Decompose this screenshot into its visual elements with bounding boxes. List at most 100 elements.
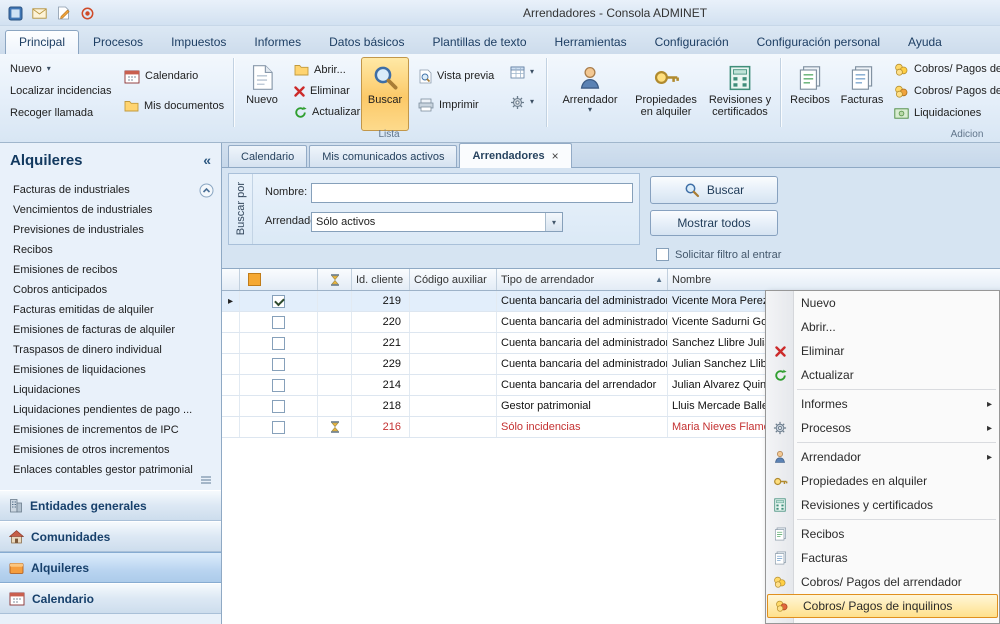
key-icon (653, 62, 680, 93)
row-checkbox[interactable] (272, 400, 285, 413)
menu-item-facturas[interactable]: Facturas (766, 546, 999, 570)
cobros-arrendador-button[interactable]: Cobros/ Pagos del (890, 59, 1000, 79)
row-checkbox[interactable] (272, 358, 285, 371)
nombre-input[interactable] (311, 183, 633, 203)
doc-tab-calendario[interactable]: Calendario (228, 145, 307, 167)
buscar-big-button[interactable]: Buscar (361, 57, 409, 131)
menu-item-procesos[interactable]: Procesos▸ (766, 416, 999, 440)
edit-document-icon[interactable] (54, 4, 72, 22)
menu-item-cobros-arrendador[interactable]: Cobros/ Pagos del arrendador (766, 570, 999, 594)
sidebar-item-enlaces-contables[interactable]: Enlaces contables gestor patrimonial (0, 460, 221, 480)
list-layout-dropdown-button[interactable]: ▾ (506, 62, 538, 82)
vista-previa-button[interactable]: Vista previa (414, 66, 498, 86)
sidebar-item-incrementos-ipc[interactable]: Emisiones de incrementos de IPC (0, 420, 221, 440)
recibos-big-button[interactable]: Recibos (786, 57, 834, 131)
list-grip-icon[interactable] (200, 475, 212, 485)
row-checkbox[interactable] (272, 295, 285, 308)
row-checkbox[interactable] (272, 421, 285, 434)
menu-item-informes[interactable]: Informes▸ (766, 392, 999, 416)
revisiones-big-button[interactable]: Revisiones y certificados (704, 57, 776, 131)
tab-impuestos[interactable]: Impuestos (157, 30, 240, 54)
sidebar-item-emisiones-recibos[interactable]: Emisiones de recibos (0, 260, 221, 280)
filtro-checkbox[interactable] (656, 248, 669, 261)
sidebar-item-cobros-anticipados[interactable]: Cobros anticipados (0, 280, 221, 300)
sidebar-item-liquidaciones[interactable]: Liquidaciones (0, 380, 221, 400)
tab-configuracion[interactable]: Configuración (641, 30, 743, 54)
header-checkbox-cell[interactable] (240, 269, 318, 290)
facturas-big-button[interactable]: Facturas (838, 57, 886, 131)
sidebar-item-liquidaciones-pendientes[interactable]: Liquidaciones pendientes de pago ... (0, 400, 221, 420)
eliminar-button[interactable]: Eliminar (290, 81, 354, 101)
close-tab-icon[interactable]: × (552, 149, 559, 163)
propiedades-big-button[interactable]: Propiedades en alquiler (630, 57, 702, 131)
header-codigo-auxiliar[interactable]: Código auxiliar (410, 269, 497, 290)
row-checkbox[interactable] (272, 337, 285, 350)
menu-item-propiedades[interactable]: Propiedades en alquiler (766, 469, 999, 493)
tab-informes[interactable]: Informes (240, 30, 315, 54)
current-row-pointer-icon: ▸ (228, 296, 233, 307)
sidebar-item-vencimientos[interactable]: Vencimientos de industriales (0, 200, 221, 220)
menu-item-abrir[interactable]: Abrir... (766, 315, 999, 339)
nuevo-quick-button[interactable]: Nuevo▾ (6, 59, 55, 79)
mis-documentos-button[interactable]: Mis documentos (120, 96, 228, 116)
menu-item-recibos[interactable]: Recibos (766, 522, 999, 546)
sidebar-item-emisiones-liquidaciones[interactable]: Emisiones de liquidaciones (0, 360, 221, 380)
liquidaciones-button[interactable]: Liquidaciones (890, 103, 1000, 123)
settings-dropdown-button[interactable]: ▾ (506, 92, 538, 112)
mostrar-todos-button[interactable]: Mostrar todos (650, 210, 778, 236)
header-indicator (222, 269, 240, 290)
section-comunidades[interactable]: Comunidades (0, 521, 221, 552)
record-call-icon[interactable] (78, 4, 96, 22)
buscar-button[interactable]: Buscar (650, 176, 778, 204)
tab-datos-basicos[interactable]: Datos básicos (315, 30, 418, 54)
rentals-icon (9, 561, 24, 575)
row-checkbox[interactable] (272, 379, 285, 392)
localizar-incidencias-button[interactable]: Localizar incidencias (6, 81, 116, 101)
cobros-inquilinos-button[interactable]: Cobros/ Pagos de (890, 81, 1000, 101)
imprimir-button[interactable]: Imprimir (414, 95, 483, 115)
sidebar-item-otros-incrementos[interactable]: Emisiones de otros incrementos (0, 440, 221, 460)
section-entidades-generales[interactable]: Entidades generales (0, 490, 221, 521)
scroll-up-icon[interactable] (199, 183, 214, 198)
sidebar-item-recibos[interactable]: Recibos (0, 240, 221, 260)
header-incidencias-cell[interactable] (318, 269, 352, 290)
arrendadores-select[interactable]: Sólo activos ▾ (311, 212, 563, 232)
row-checkbox[interactable] (272, 316, 285, 329)
sidebar-item-facturas-emitidas[interactable]: Facturas emitidas de alquiler (0, 300, 221, 320)
tab-procesos[interactable]: Procesos (79, 30, 157, 54)
row-incidencias-cell (318, 396, 352, 416)
menu-item-nuevo[interactable]: Nuevo (766, 291, 999, 315)
arrendador-big-button[interactable]: Arrendador ▾ (556, 57, 624, 131)
section-alquileres[interactable]: Alquileres (0, 552, 221, 583)
tab-ayuda[interactable]: Ayuda (894, 30, 956, 54)
mail-icon[interactable] (30, 4, 48, 22)
actualizar-button[interactable]: Actualizar (290, 102, 364, 122)
menu-item-cobros-inquilinos[interactable]: Cobros/ Pagos de inquilinos (767, 594, 998, 618)
abrir-button[interactable]: Abrir... (290, 60, 350, 80)
cell-id: 220 (352, 312, 410, 332)
header-nombre[interactable]: Nombre (668, 269, 1000, 290)
menu-item-eliminar[interactable]: Eliminar (766, 339, 999, 363)
menu-item-arrendador[interactable]: Arrendador▸ (766, 445, 999, 469)
tab-principal[interactable]: Principal (5, 30, 79, 54)
menu-item-actualizar[interactable]: Actualizar (766, 363, 999, 387)
section-calendario[interactable]: Calendario (0, 583, 221, 614)
tab-plantillas[interactable]: Plantillas de texto (418, 30, 540, 54)
menu-item-revisiones[interactable]: Revisiones y certificados (766, 493, 999, 517)
sidebar-item-emisiones-facturas[interactable]: Emisiones de facturas de alquiler (0, 320, 221, 340)
calendario-quick-button[interactable]: Calendario (120, 66, 202, 86)
tab-configuracion-personal[interactable]: Configuración personal (743, 30, 894, 54)
sidebar-item-previsiones[interactable]: Previsiones de industriales (0, 220, 221, 240)
select-all-checkbox[interactable] (248, 273, 261, 286)
recoger-llamada-button[interactable]: Recoger llamada (6, 103, 97, 123)
header-tipo-arrendador[interactable]: Tipo de arrendador▲ (497, 269, 668, 290)
tab-herramientas[interactable]: Herramientas (541, 30, 641, 54)
app-icon[interactable] (6, 4, 24, 22)
nuevo-big-button[interactable]: Nuevo (239, 57, 285, 131)
collapse-sidebar-icon[interactable]: « (203, 152, 211, 168)
doc-tab-comunicados[interactable]: Mis comunicados activos (309, 145, 457, 167)
header-id-cliente[interactable]: Id. cliente (352, 269, 410, 290)
sidebar-item-facturas-industriales[interactable]: Facturas de industriales (0, 180, 221, 200)
sidebar-item-traspasos[interactable]: Traspasos de dinero individual (0, 340, 221, 360)
doc-tab-arrendadores[interactable]: Arrendadores× (459, 143, 571, 168)
